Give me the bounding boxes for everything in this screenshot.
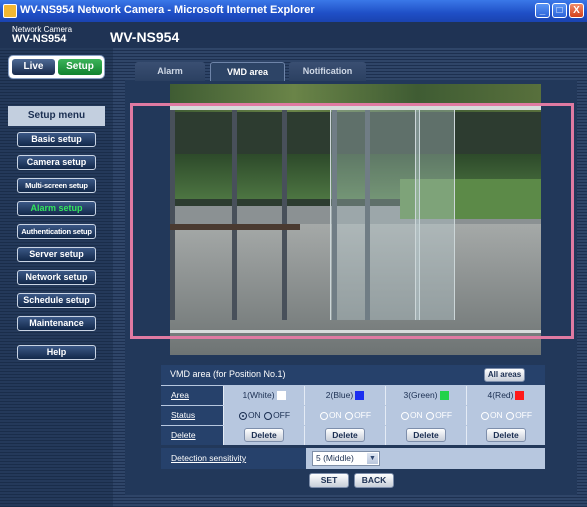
area-2-delete-button[interactable]: Delete [325,428,365,442]
area-2-delete-cell: Delete [304,426,385,445]
multi-screen-setup-button[interactable]: Multi-screen setup [17,178,96,193]
tab-vmd-area[interactable]: VMD area [210,62,285,81]
red-swatch-icon [515,391,525,401]
close-button[interactable]: X [569,3,584,18]
tab-alarm[interactable]: Alarm [135,62,205,81]
area-4-label: 4(Red) [487,390,514,400]
area-1-delete-button[interactable]: Delete [244,428,284,442]
area-2-cell: 2(Blue) [304,386,385,405]
area-2-status: ON OFF [304,406,385,425]
setup-menu-title: Setup menu [8,106,105,126]
area-1-delete-cell: Delete [223,426,304,445]
setup-button[interactable]: Setup [58,59,102,75]
delete-row-label: Delete [161,426,223,445]
area-4-status: ON OFF [466,406,545,425]
window-title: WV-NS954 Network Camera - Microsoft Inte… [20,4,315,16]
area-row-label: Area [161,386,223,405]
chevron-down-icon[interactable]: ▼ [367,453,378,464]
page-title: WV-NS954 [110,29,180,45]
camera-setup-button[interactable]: Camera setup [17,155,96,170]
alarm-setup-button[interactable]: Alarm setup [17,201,96,216]
window-title-bar: WV-NS954 Network Camera - Microsoft Inte… [0,0,587,22]
area-4-cell: 4(Red) [466,386,545,405]
area-3-on-radio[interactable] [400,411,409,420]
minimize-button[interactable]: _ [535,3,550,18]
blue-swatch-icon [355,391,365,401]
back-button[interactable]: BACK [354,473,394,488]
status-row-label: Status [161,406,223,425]
area-4-delete-button[interactable]: Delete [486,428,526,442]
area-4-off-radio[interactable] [506,411,515,420]
area-1-cell: 1(White) [223,386,304,405]
basic-setup-button[interactable]: Basic setup [17,132,96,147]
area-3-delete-cell: Delete [385,426,466,445]
area-3-status: ON OFF [385,406,466,425]
ie-logo-icon [3,4,17,18]
area-2-off-radio[interactable] [345,411,354,420]
vmd-heading: VMD area (for Position No.1) [170,369,286,379]
area-3-cell: 3(Green) [385,386,466,405]
area-3-off-radio[interactable] [426,411,435,420]
area-1-label: 1(White) [242,390,275,400]
live-button[interactable]: Live [12,59,55,75]
mode-toggle: Live Setup [8,55,105,79]
server-setup-button[interactable]: Server setup [17,247,96,262]
area-1-status: ON OFF [223,406,304,425]
sensitivity-value: 5 (Middle) [316,453,354,463]
white-swatch-icon [276,391,286,401]
authentication-setup-button[interactable]: Authentication setup [17,224,96,239]
area-3-label: 3(Green) [403,390,438,400]
maintenance-button[interactable]: Maintenance [17,316,96,331]
tab-notification[interactable]: Notification [289,62,366,81]
network-setup-button[interactable]: Network setup [17,270,96,285]
help-button[interactable]: Help [17,345,96,360]
set-button[interactable]: SET [309,473,349,488]
detection-sensitivity-select[interactable]: 5 (Middle) ▼ [312,451,380,466]
detection-sensitivity-label: Detection sensitivity [161,448,306,469]
vmd-area-outline[interactable] [130,103,574,339]
area-4-delete-cell: Delete [466,426,545,445]
area-1-off-radio[interactable] [264,411,273,420]
area-4-on-radio[interactable] [480,411,489,420]
brand-model: WV-NS954 [12,33,67,45]
maximize-button[interactable]: □ [552,3,567,18]
all-areas-button[interactable]: All areas [484,368,525,382]
area-3-delete-button[interactable]: Delete [406,428,446,442]
area-1-on-radio[interactable] [238,411,247,420]
area-2-label: 2(Blue) [325,390,354,400]
schedule-setup-button[interactable]: Schedule setup [17,293,96,308]
area-2-on-radio[interactable] [319,411,328,420]
page-header [0,22,587,48]
green-swatch-icon [439,391,449,401]
